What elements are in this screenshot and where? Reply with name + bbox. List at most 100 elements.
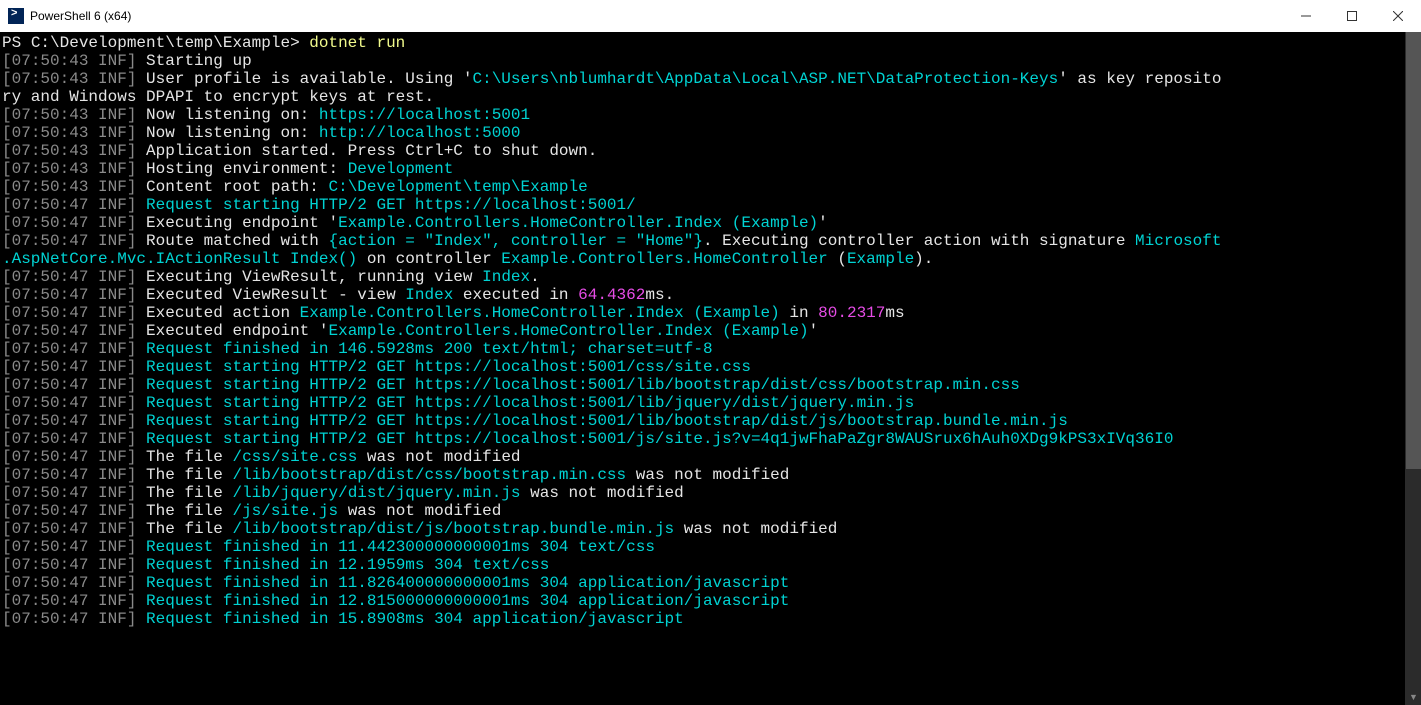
log-text: was not modified bbox=[521, 484, 684, 502]
log-text: Application started. Press Ctrl+C to shu… bbox=[146, 142, 597, 160]
log-bracket: ] bbox=[127, 556, 146, 574]
log-bracket: ] bbox=[127, 592, 146, 610]
terminal-line: [07:50:47 INF] Route matched with {actio… bbox=[2, 232, 1404, 250]
log-timestamp: 07:50:47 bbox=[12, 196, 89, 214]
log-text: Content root path: bbox=[146, 178, 328, 196]
log-text: Request finished in 12.815000000000001ms… bbox=[146, 592, 789, 610]
log-text: User profile is available. Using ' bbox=[146, 70, 472, 88]
log-text: Request finished in 15.8908ms 304 applic… bbox=[146, 610, 684, 628]
window-title: PowerShell 6 (x64) bbox=[30, 9, 131, 23]
terminal-line: [07:50:47 INF] The file /js/site.js was … bbox=[2, 502, 1404, 520]
log-level: INF bbox=[98, 538, 127, 556]
terminal-line: [07:50:47 INF] The file /lib/bootstrap/d… bbox=[2, 466, 1404, 484]
log-bracket: [ bbox=[2, 412, 12, 430]
log-text: Request finished in 12.1959ms 304 text/c… bbox=[146, 556, 549, 574]
log-text: /lib/bootstrap/dist/js/bootstrap.bundle.… bbox=[232, 520, 674, 538]
powershell-icon bbox=[8, 8, 24, 24]
log-level: INF bbox=[98, 124, 127, 142]
log-bracket: [ bbox=[2, 340, 12, 358]
vertical-scrollbar[interactable]: ▲ ▼ bbox=[1404, 32, 1421, 705]
log-text: 64.4362 bbox=[578, 286, 645, 304]
log-bracket: [ bbox=[2, 268, 12, 286]
log-timestamp: 07:50:47 bbox=[12, 610, 89, 628]
log-level: INF bbox=[98, 286, 127, 304]
maximize-button[interactable] bbox=[1329, 0, 1375, 31]
terminal-line: [07:50:47 INF] Executed endpoint 'Exampl… bbox=[2, 322, 1404, 340]
log-timestamp: 07:50:43 bbox=[12, 124, 89, 142]
log-level: INF bbox=[98, 142, 127, 160]
log-bracket: ] bbox=[127, 394, 146, 412]
terminal-line: [07:50:47 INF] Request finished in 11.82… bbox=[2, 574, 1404, 592]
log-text: Executed ViewResult - view bbox=[146, 286, 405, 304]
log-level: INF bbox=[98, 304, 127, 322]
log-text: . Executing controller action with signa… bbox=[703, 232, 1135, 250]
log-bracket: ] bbox=[127, 430, 146, 448]
log-level: INF bbox=[98, 556, 127, 574]
log-text: Request finished in 11.442300000000001ms… bbox=[146, 538, 655, 556]
log-text: The file bbox=[146, 484, 232, 502]
log-timestamp: 07:50:47 bbox=[12, 520, 89, 538]
log-timestamp: 07:50:43 bbox=[12, 70, 89, 88]
log-text: Example.Controllers.HomeController bbox=[501, 250, 827, 268]
log-text: was not modified bbox=[357, 448, 520, 466]
log-level: INF bbox=[98, 52, 127, 70]
log-text: .AspNetCore.Mvc.IActionResult Index() bbox=[2, 250, 357, 268]
log-text: ' bbox=[818, 214, 828, 232]
log-timestamp: 07:50:47 bbox=[12, 448, 89, 466]
log-timestamp: 07:50:47 bbox=[12, 304, 89, 322]
log-timestamp: 07:50:47 bbox=[12, 556, 89, 574]
log-timestamp: 07:50:47 bbox=[12, 592, 89, 610]
log-bracket: ] bbox=[127, 160, 146, 178]
log-bracket: ] bbox=[127, 448, 146, 466]
log-timestamp: 07:50:47 bbox=[12, 340, 89, 358]
log-text: Now listening on: bbox=[146, 124, 319, 142]
log-timestamp: 07:50:47 bbox=[12, 484, 89, 502]
log-text: in bbox=[780, 304, 818, 322]
log-text: 80.2317 bbox=[818, 304, 885, 322]
log-text: Request starting HTTP/2 GET https://loca… bbox=[146, 376, 1020, 394]
log-bracket: ] bbox=[127, 574, 146, 592]
window-titlebar[interactable]: PowerShell 6 (x64) bbox=[0, 0, 1421, 32]
log-timestamp: 07:50:43 bbox=[12, 160, 89, 178]
terminal-wrapped-line: ry and Windows DPAPI to encrypt keys at … bbox=[2, 88, 1404, 106]
log-text: https://localhost:5001 bbox=[319, 106, 530, 124]
log-level: INF bbox=[98, 178, 127, 196]
log-bracket: ] bbox=[127, 322, 146, 340]
terminal-area: PS C:\Development\temp\Example> dotnet r… bbox=[0, 32, 1421, 705]
log-bracket: ] bbox=[127, 538, 146, 556]
log-level: INF bbox=[98, 466, 127, 484]
log-timestamp: 07:50:43 bbox=[12, 106, 89, 124]
log-bracket: [ bbox=[2, 214, 12, 232]
log-timestamp: 07:50:47 bbox=[12, 358, 89, 376]
log-text: Index bbox=[482, 268, 530, 286]
log-bracket: [ bbox=[2, 322, 12, 340]
log-text: Request starting HTTP/2 GET https://loca… bbox=[146, 430, 1173, 448]
close-button[interactable] bbox=[1375, 0, 1421, 31]
log-bracket: ] bbox=[127, 232, 146, 250]
log-bracket: [ bbox=[2, 520, 12, 538]
log-level: INF bbox=[98, 502, 127, 520]
log-bracket: [ bbox=[2, 196, 12, 214]
log-level: INF bbox=[98, 340, 127, 358]
scrollbar-thumb[interactable] bbox=[1406, 32, 1421, 469]
prompt-path: C:\Development\temp\Example bbox=[31, 34, 290, 52]
log-text: http://localhost:5000 bbox=[319, 124, 521, 142]
log-text: Now listening on: bbox=[146, 106, 319, 124]
log-text: The file bbox=[146, 466, 232, 484]
log-bracket: ] bbox=[127, 520, 146, 538]
log-bracket: [ bbox=[2, 70, 12, 88]
terminal-output[interactable]: PS C:\Development\temp\Example> dotnet r… bbox=[0, 32, 1404, 705]
log-text: Example bbox=[847, 250, 914, 268]
log-bracket: [ bbox=[2, 232, 12, 250]
log-bracket: [ bbox=[2, 52, 12, 70]
log-bracket: [ bbox=[2, 124, 12, 142]
log-bracket: [ bbox=[2, 448, 12, 466]
minimize-button[interactable] bbox=[1283, 0, 1329, 31]
log-timestamp: 07:50:47 bbox=[12, 466, 89, 484]
scroll-down-arrow[interactable]: ▼ bbox=[1405, 688, 1421, 705]
log-bracket: ] bbox=[127, 376, 146, 394]
log-level: INF bbox=[98, 592, 127, 610]
log-text: Example.Controllers.HomeController.Index… bbox=[300, 304, 780, 322]
log-bracket: [ bbox=[2, 538, 12, 556]
terminal-wrapped-line: .AspNetCore.Mvc.IActionResult Index() on… bbox=[2, 250, 1404, 268]
